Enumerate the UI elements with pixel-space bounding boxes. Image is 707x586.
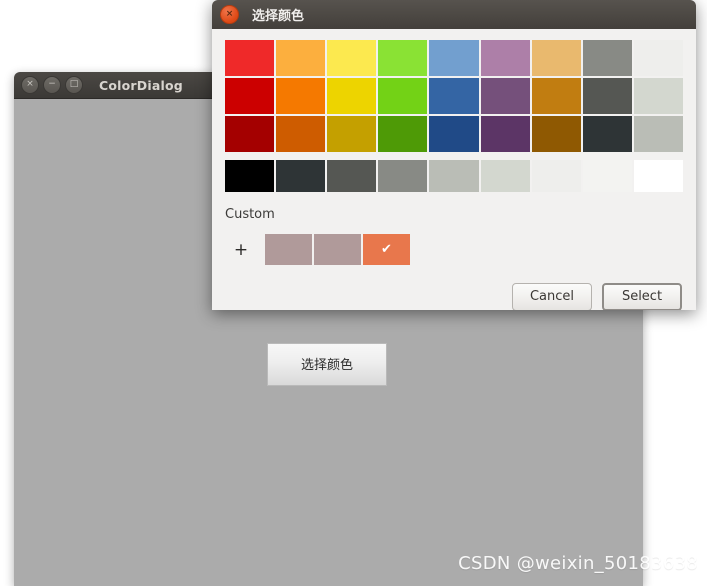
color-swatch[interactable]: [429, 40, 479, 76]
window-close-button[interactable]: ×: [21, 76, 39, 94]
watermark-text: CSDN @weixin_50183638: [458, 553, 698, 574]
custom-swatch-selected[interactable]: ✔: [363, 234, 410, 265]
color-swatch[interactable]: [633, 78, 683, 114]
window-maximize-button[interactable]: □: [65, 76, 83, 94]
grayscale-swatch[interactable]: [531, 160, 581, 192]
palette-grid: [225, 40, 683, 152]
pick-color-button[interactable]: 选择颜色: [267, 343, 387, 386]
color-swatch[interactable]: [378, 78, 428, 114]
color-swatch[interactable]: [480, 78, 530, 114]
color-swatch[interactable]: [531, 116, 581, 152]
custom-swatches: ✔: [265, 234, 412, 265]
grayscale-swatch[interactable]: [378, 160, 428, 192]
close-icon: ×: [26, 79, 34, 89]
window-minimize-button[interactable]: −: [43, 76, 61, 94]
color-swatch[interactable]: [225, 116, 275, 152]
check-icon: ✔: [381, 242, 392, 257]
color-swatch[interactable]: [378, 116, 428, 152]
grayscale-swatch[interactable]: [582, 160, 632, 192]
color-swatch[interactable]: [531, 40, 581, 76]
color-swatch[interactable]: [225, 40, 275, 76]
custom-swatch[interactable]: [265, 234, 312, 265]
grayscale-swatch[interactable]: [633, 160, 683, 192]
custom-swatch-row: + ✔: [225, 234, 683, 265]
color-swatch[interactable]: [582, 78, 632, 114]
minimize-icon: −: [48, 79, 56, 89]
color-swatch[interactable]: [582, 40, 632, 76]
color-swatch[interactable]: [429, 116, 479, 152]
custom-swatch[interactable]: [314, 234, 361, 265]
color-swatch[interactable]: [480, 40, 530, 76]
grayscale-swatch[interactable]: [480, 160, 530, 192]
dialog-body: Custom + ✔ Cancel Select: [212, 29, 696, 310]
grayscale-swatch[interactable]: [225, 160, 275, 192]
grayscale-swatch[interactable]: [276, 160, 326, 192]
background-window-title: ColorDialog: [99, 77, 183, 93]
close-icon: ×: [225, 9, 234, 19]
color-swatch[interactable]: [276, 116, 326, 152]
dialog-action-buttons: Cancel Select: [225, 283, 683, 310]
color-chooser-dialog: × 选择颜色 Custom + ✔ Cancel Select: [212, 0, 696, 310]
dialog-close-button[interactable]: ×: [220, 5, 239, 24]
color-swatch[interactable]: [480, 116, 530, 152]
grayscale-swatch[interactable]: [429, 160, 479, 192]
dialog-title: 选择颜色: [252, 9, 305, 24]
add-custom-color-button[interactable]: +: [229, 236, 253, 264]
color-swatch[interactable]: [327, 40, 377, 76]
color-swatch[interactable]: [327, 116, 377, 152]
grayscale-swatch[interactable]: [327, 160, 377, 192]
color-swatch[interactable]: [633, 40, 683, 76]
select-button[interactable]: Select: [602, 283, 682, 310]
color-swatch[interactable]: [633, 116, 683, 152]
color-swatch[interactable]: [378, 40, 428, 76]
dialog-titlebar: × 选择颜色: [212, 0, 696, 29]
color-swatch[interactable]: [429, 78, 479, 114]
color-swatch[interactable]: [276, 78, 326, 114]
color-swatch[interactable]: [531, 78, 581, 114]
custom-section-label: Custom: [225, 207, 275, 222]
grayscale-row: [225, 160, 683, 192]
color-swatch[interactable]: [276, 40, 326, 76]
color-swatch[interactable]: [582, 116, 632, 152]
maximize-icon: □: [69, 79, 79, 89]
cancel-button[interactable]: Cancel: [512, 283, 592, 310]
color-swatch[interactable]: [225, 78, 275, 114]
color-swatch[interactable]: [327, 78, 377, 114]
